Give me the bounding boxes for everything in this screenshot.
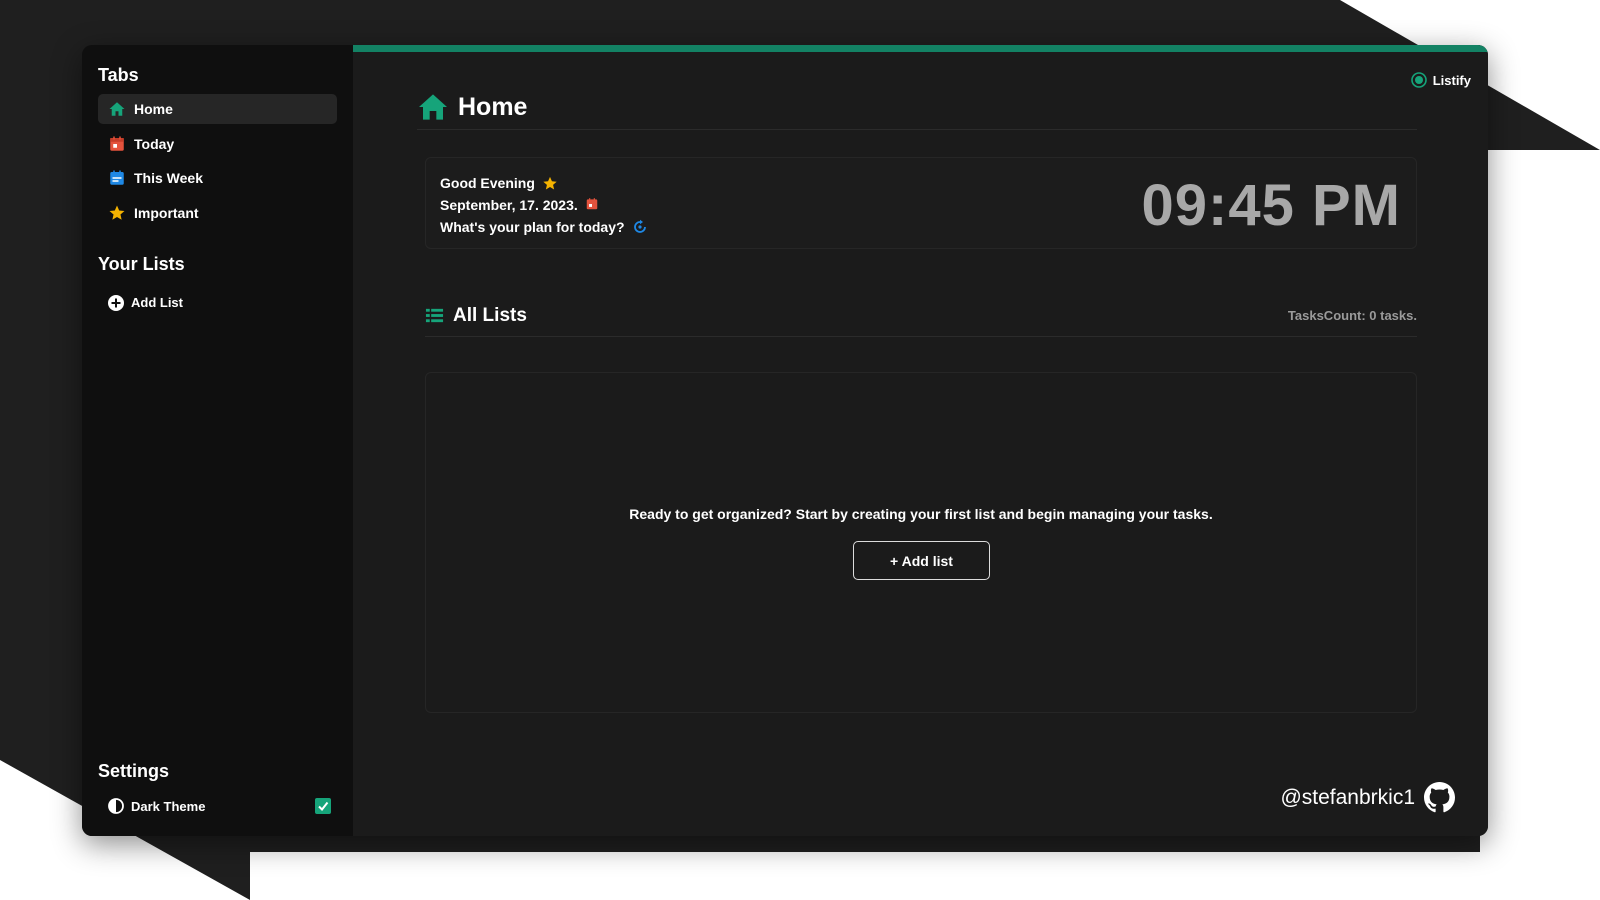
page-header: Home bbox=[417, 89, 1417, 130]
dark-theme-checkbox[interactable] bbox=[315, 798, 331, 814]
main-content: Listify Home Good Evening September, 17.… bbox=[353, 45, 1488, 836]
all-lists-title: All Lists bbox=[453, 304, 527, 326]
home-icon bbox=[417, 91, 449, 123]
all-lists-header: All Lists TasksCount: 0 tasks. bbox=[425, 295, 1417, 337]
refresh-icon bbox=[632, 219, 648, 235]
accent-top-bar bbox=[353, 45, 1488, 52]
greeting-card: Good Evening September, 17. 2023. What's… bbox=[425, 157, 1417, 249]
add-list-label: Add List bbox=[131, 295, 183, 310]
lists-empty-state: Ready to get organized? Start by creatin… bbox=[425, 372, 1417, 713]
settings-section: Settings Dark Theme bbox=[98, 761, 337, 814]
dark-theme-label-group: Dark Theme bbox=[108, 798, 205, 814]
brand: Listify bbox=[1410, 72, 1471, 88]
sidebar-item-this-week[interactable]: This Week bbox=[98, 163, 337, 193]
home-icon bbox=[108, 100, 126, 118]
sidebar-item-home[interactable]: Home bbox=[98, 94, 337, 124]
your-lists-title: Your Lists bbox=[98, 253, 185, 274]
sidebar-item-label: Home bbox=[134, 101, 173, 117]
all-lists-title-group: All Lists bbox=[425, 305, 527, 327]
settings-title: Settings bbox=[98, 761, 170, 781]
dark-theme-setting: Dark Theme bbox=[98, 798, 337, 814]
sidebar-item-label: Today bbox=[134, 135, 175, 152]
plus-circle-icon bbox=[108, 294, 124, 311]
calendar-icon bbox=[585, 197, 601, 213]
sidebar-item-today[interactable]: Today bbox=[98, 129, 337, 159]
footer: @stefanbrkic1 bbox=[1280, 782, 1455, 813]
date-text: September, 17. 2023. bbox=[440, 197, 578, 213]
sidebar-add-list-button[interactable]: Add List bbox=[98, 294, 337, 311]
calendar-today-icon bbox=[108, 135, 126, 153]
listify-logo-icon bbox=[1410, 72, 1427, 88]
contrast-icon bbox=[108, 798, 124, 814]
author-handle-link[interactable]: @stefanbrkic1 bbox=[1280, 786, 1415, 810]
greeting-text: Good Evening bbox=[440, 175, 535, 191]
star-icon bbox=[108, 204, 126, 222]
dark-theme-label: Dark Theme bbox=[131, 798, 206, 814]
tabs-nav: Home Today This Week Important bbox=[98, 94, 337, 228]
page-title: Home bbox=[458, 92, 528, 121]
tabs-section-title: Tabs bbox=[98, 65, 139, 85]
tasks-count: TasksCount: 0 tasks. bbox=[1287, 308, 1417, 323]
list-icon bbox=[425, 306, 444, 325]
check-icon bbox=[318, 801, 329, 812]
plan-text: What's your plan for today? bbox=[440, 219, 625, 235]
clock-display: 09:45 PM bbox=[1141, 173, 1401, 238]
github-icon[interactable] bbox=[1424, 782, 1455, 813]
empty-state-message: Ready to get organized? Start by creatin… bbox=[629, 506, 1213, 522]
brand-name: Listify bbox=[1432, 72, 1471, 88]
sidebar-item-label: This Week bbox=[134, 170, 203, 186]
star-icon bbox=[542, 175, 558, 191]
sidebar-item-important[interactable]: Important bbox=[98, 198, 337, 228]
calendar-week-icon bbox=[108, 169, 126, 187]
sidebar-item-label: Important bbox=[134, 204, 199, 221]
sidebar: Tabs Home Today This Week Important Your… bbox=[82, 45, 353, 836]
add-list-button[interactable]: + Add list bbox=[853, 541, 990, 580]
app-window: Tabs Home Today This Week Important Your… bbox=[82, 45, 1488, 836]
